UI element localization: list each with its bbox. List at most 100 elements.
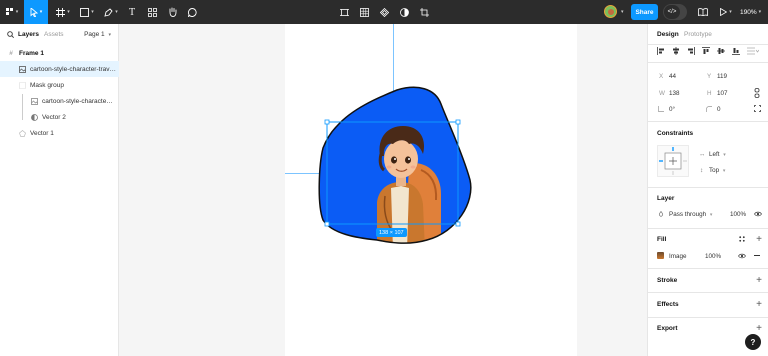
fill-type-label[interactable]: Image [669,253,687,260]
horizontal-constraint-select[interactable]: Left ▾ [709,151,726,158]
layer-label: cartoon-style-character-... [42,97,114,105]
text-tool-button[interactable]: T [126,0,138,24]
width-input[interactable]: 138 [669,90,680,97]
layer-image-selected[interactable]: cartoon-style-character-trave... [0,61,119,77]
vertical-constraint-select[interactable]: Top ▾ [709,167,725,174]
divider [648,292,768,293]
align-horizontal-center-icon[interactable] [672,47,680,55]
width-label: W [659,90,665,97]
tab-design[interactable]: Design [657,31,679,38]
layer-frame-1[interactable]: # Frame 1 [0,45,119,61]
dev-mode-toggle[interactable]: </> [663,4,687,20]
toolbar: ▾ ▾ ▾ ▾ ▾ T ▾ Share </> ▾ 190% ▾ [0,0,768,24]
height-label: H [707,90,712,97]
blend-mode-icon [658,211,664,217]
vector-icon [18,129,26,137]
constrain-proportions-icon[interactable] [754,88,760,98]
align-top-icon[interactable] [702,47,710,55]
figma-menu-icon [5,8,13,15]
resize-handle-top-right[interactable] [455,119,461,125]
page-selector[interactable]: Page 1 ▾ [84,31,111,38]
mask-toggle-icon [399,7,409,17]
align-right-icon[interactable] [687,47,695,55]
fill-opacity-input[interactable]: 100% [705,253,721,260]
corner-radius-input[interactable]: 0 [717,106,721,113]
layer-label: Vector 2 [42,113,66,121]
remove-fill-button[interactable] [754,255,760,256]
hand-tool-button[interactable] [166,0,178,24]
rotation-icon [658,106,664,112]
resize-handle-bottom-left[interactable] [324,221,330,227]
add-effect-button[interactable]: + [756,300,762,310]
horizontal-constraint-value: Left [709,151,720,158]
layer-vector-2[interactable]: Vector 2 [0,109,119,125]
height-input[interactable]: 107 [717,90,728,97]
tab-assets[interactable]: Assets [44,31,64,38]
layer-opacity-input[interactable]: 100% [730,211,746,218]
present-button[interactable]: ▾ [718,0,734,24]
avatar-chevron-down-icon[interactable]: ▾ [621,9,624,15]
move-tool-button[interactable]: ▾ [24,0,48,24]
mask-icon [18,81,26,89]
grid-button[interactable] [358,0,370,24]
divider [648,62,768,63]
avatar[interactable] [604,5,617,18]
align-left-icon[interactable] [657,47,665,55]
independent-corners-icon[interactable] [754,105,761,112]
export-title: Export [657,325,678,332]
main-menu-button[interactable]: ▾ [3,0,21,24]
resources-button[interactable] [146,0,158,24]
add-export-button[interactable]: + [756,324,762,334]
component-button[interactable] [378,0,390,24]
comment-tool-button[interactable] [186,0,198,24]
corner-radius-icon [706,106,712,112]
blend-mode-select[interactable]: Pass through ▾ [669,211,712,218]
shape-tool-button[interactable]: ▾ [78,0,96,24]
resize-handle-bottom-right[interactable] [455,221,461,227]
frame-icon: # [9,49,13,57]
layer-image-child[interactable]: cartoon-style-character-... [0,93,119,109]
search-icon[interactable] [7,31,14,38]
resize-handle-top-left[interactable] [324,119,330,125]
tab-prototype[interactable]: Prototype [684,31,712,38]
stroke-title: Stroke [657,277,678,284]
divider [648,44,768,45]
layer-label: cartoon-style-character-trave... [30,65,118,73]
distribute-menu-icon[interactable] [747,47,759,55]
frame-tool-button[interactable]: ▾ [54,0,72,24]
constraints-widget[interactable] [657,145,689,177]
styles-grid-icon[interactable] [739,236,745,242]
share-button[interactable]: Share [631,4,658,20]
image-icon [18,65,26,73]
crop-frame-button[interactable] [338,0,350,24]
align-vertical-center-icon[interactable] [717,47,725,55]
mask-group-artwork[interactable] [317,84,477,250]
vertical-constraint-value: Top [709,167,720,174]
layer-vector-1[interactable]: Vector 1 [0,125,119,141]
fill-eye-icon[interactable] [738,253,746,259]
y-input[interactable]: 119 [717,73,727,80]
layer-mask-group[interactable]: Mask group [0,77,119,93]
zoom-dropdown[interactable]: 190% ▾ [740,0,761,24]
align-bottom-icon[interactable] [732,47,740,55]
add-fill-button[interactable]: + [756,235,762,245]
pen-tool-button[interactable]: ▾ [102,0,120,24]
eye-icon[interactable] [754,211,762,217]
components-icon [147,7,157,17]
mask-button[interactable] [398,0,410,24]
library-button[interactable] [697,0,709,24]
image-swatch-icon[interactable] [657,252,664,259]
crop-button[interactable] [418,0,430,24]
rectangle-icon [80,7,90,17]
rotation-input[interactable]: 0° [669,106,675,113]
help-button[interactable]: ? [745,334,761,350]
canvas[interactable]: 138 × 107 [119,24,647,356]
add-stroke-button[interactable]: + [756,276,762,286]
tab-layers[interactable]: Layers [18,31,39,38]
layer-title: Layer [657,195,675,202]
layers-panel: Layers Assets Page 1 ▾ # Frame 1 cartoon… [0,24,119,356]
play-icon [720,8,728,16]
left-tabs: Layers Assets Page 1 ▾ [0,24,119,44]
divider [648,317,768,318]
x-input[interactable]: 44 [669,73,676,80]
